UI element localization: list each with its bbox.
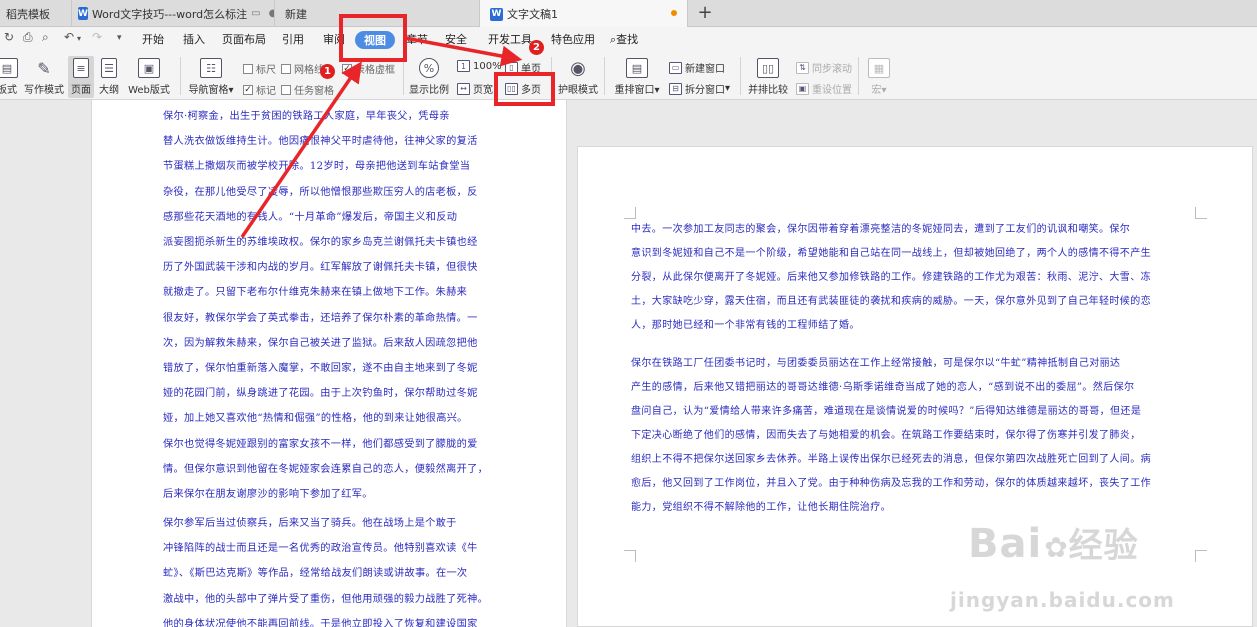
arrow-to-multi-page bbox=[404, 36, 523, 67]
arrow-to-view-tab bbox=[240, 61, 362, 238]
annotation-arrows bbox=[240, 36, 523, 238]
step-badge-1: 1 bbox=[320, 64, 335, 79]
step-badge-2: 2 bbox=[529, 40, 544, 55]
